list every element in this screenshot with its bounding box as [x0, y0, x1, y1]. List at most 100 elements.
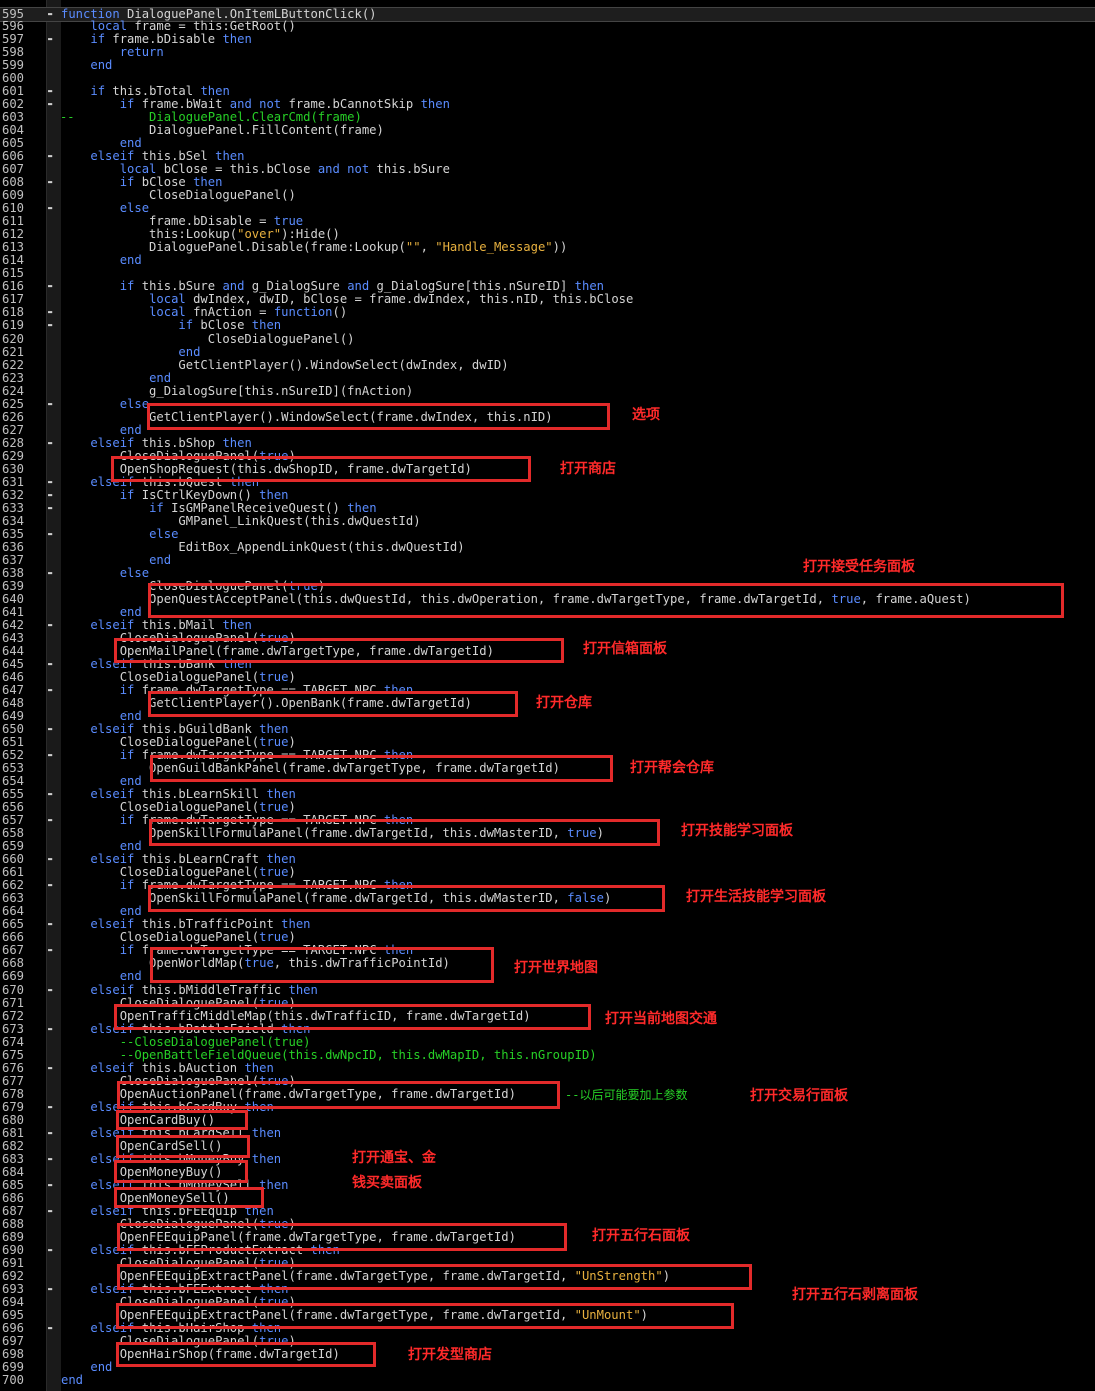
code-token: then [281, 917, 311, 932]
code-token: g_DialogSure[this.nSureID](fnAction) [61, 383, 414, 398]
fold-toggle-icon[interactable]: ▬ [48, 879, 57, 892]
fold-toggle-icon[interactable]: ▬ [48, 1101, 57, 1114]
fold-toggle-icon[interactable]: ▬ [48, 814, 57, 827]
fold-toggle-icon[interactable]: ▬ [48, 280, 57, 293]
fold-toggle-icon[interactable]: ▬ [48, 176, 57, 189]
fold-toggle-icon[interactable]: ▬ [48, 489, 57, 502]
line-number: 629 [2, 448, 25, 463]
code-line[interactable]: 599 end [0, 59, 1095, 72]
fold-toggle-icon[interactable]: ▬ [48, 853, 57, 866]
annotation-craft: 打开生活技能学习面板 [686, 889, 826, 905]
fold-toggle-icon[interactable]: ▬ [48, 684, 57, 697]
line-number: 691 [2, 1255, 25, 1270]
code-token: bClose [134, 175, 194, 190]
fold-toggle-icon[interactable]: ▬ [48, 85, 57, 98]
code-token: and not [229, 97, 282, 112]
fold-toggle-icon[interactable]: ▬ [48, 723, 57, 736]
highlight-box-hair [116, 1342, 376, 1367]
fold-toggle-icon[interactable]: ▬ [48, 319, 57, 332]
code-token: else [119, 565, 150, 580]
fold-toggle-icon[interactable]: ▬ [48, 33, 57, 46]
code-line[interactable]: 700 end [0, 1374, 1095, 1387]
code-line[interactable]: 614 end [0, 254, 1095, 267]
annotation-world-map: 打开世界地图 [514, 960, 598, 976]
code-token: then [215, 149, 245, 164]
code-token: "Handle_Message" [435, 240, 553, 255]
code-line[interactable]: 613 DialoguePanel.Disable(frame:Lookup("… [0, 241, 1095, 254]
code-line[interactable]: 609 CloseDialoguePanel() [0, 189, 1095, 202]
code-token: and [347, 279, 370, 294]
code-token: end [119, 839, 142, 854]
code-token: elseif [90, 617, 135, 632]
fold-toggle-icon[interactable]: ▬ [48, 202, 57, 215]
code-token: CloseDialoguePanel() [61, 331, 355, 346]
code-text: end [61, 59, 112, 72]
code-token: , [420, 240, 436, 255]
code-token: then [251, 1125, 282, 1140]
fold-toggle-icon[interactable]: ▬ [48, 918, 57, 931]
code-token: end [178, 344, 201, 359]
fold-toggle-icon[interactable]: ▬ [48, 398, 57, 411]
fold-toggle-icon[interactable]: ▬ [48, 306, 57, 319]
fold-toggle-icon[interactable]: ▬ [48, 1127, 57, 1140]
line-number: 674 [2, 1034, 25, 1049]
code-token: frame.bDisable [105, 32, 223, 47]
fold-toggle-icon[interactable]: ▬ [48, 749, 57, 762]
code-line[interactable]: 598 return [0, 46, 1095, 59]
fold-toggle-icon[interactable]: ▬ [48, 1023, 57, 1036]
fold-toggle-icon[interactable]: ▬ [48, 658, 57, 671]
line-number: 636 [2, 539, 25, 554]
fold-toggle-icon[interactable]: ▬ [48, 1244, 57, 1257]
fold-toggle-icon[interactable]: ▬ [48, 788, 57, 801]
fold-toggle-icon[interactable]: ▬ [48, 1283, 57, 1296]
code-line[interactable]: 624 g_DialogSure[this.nSureID](fnAction) [0, 383, 1095, 398]
code-token: frame.bWait [134, 97, 230, 112]
fold-toggle-icon[interactable]: ▬ [48, 150, 57, 163]
fold-toggle-icon[interactable]: ▬ [48, 502, 57, 515]
code-token: this.bTrafficPoint [134, 917, 282, 932]
annotation-quest: 打开接受任务面板 [803, 559, 915, 575]
fold-toggle-icon[interactable]: ▬ [48, 476, 57, 489]
code-token: then [222, 617, 252, 632]
code-line[interactable]: 637 end [0, 553, 1095, 567]
code-line[interactable]: 604 DialoguePanel.FillContent(frame) [0, 124, 1095, 137]
line-number: 681 [2, 1125, 25, 1140]
fold-toggle-icon[interactable]: ▬ [48, 98, 57, 111]
fold-toggle-icon[interactable]: ▬ [48, 984, 57, 997]
code-token: if [119, 943, 135, 958]
fold-toggle-icon[interactable]: ▬ [48, 1179, 57, 1192]
line-number: 626 [2, 409, 25, 424]
fold-toggle-icon[interactable]: ▬ [48, 1062, 57, 1075]
line-number: 620 [2, 331, 25, 346]
line-number: 678 [2, 1086, 25, 1101]
fold-toggle-icon[interactable]: ▬ [48, 1153, 57, 1166]
code-token: )) [552, 240, 568, 255]
annotation-fe-extract: 打开五行石剥离面板 [792, 1287, 918, 1303]
code-token: IsGMPanelReceiveQuest() [163, 500, 348, 515]
code-token: this.bTotal [105, 84, 201, 99]
highlight-box-skill [149, 819, 660, 846]
highlight-box-fe-unstrength [117, 1264, 752, 1290]
fold-toggle-icon[interactable]: ▬ [48, 619, 57, 632]
fold-toggle-icon[interactable]: ▬ [48, 528, 57, 541]
code-token: true [259, 670, 289, 685]
fold-toggle-icon[interactable]: ▬ [48, 567, 57, 580]
code-line[interactable]: 597 ▬ if frame.bDisable then [0, 33, 1095, 46]
code-token: bClose = this.bClose [156, 162, 318, 177]
fold-toggle-icon[interactable]: ▬ [48, 944, 57, 957]
fold-toggle-icon[interactable]: ▬ [48, 1322, 57, 1335]
highlight-box-traffic [114, 1004, 591, 1030]
fold-toggle-icon[interactable]: ▬ [48, 437, 57, 450]
fold-toggle-icon[interactable]: ▬ [48, 1205, 57, 1218]
